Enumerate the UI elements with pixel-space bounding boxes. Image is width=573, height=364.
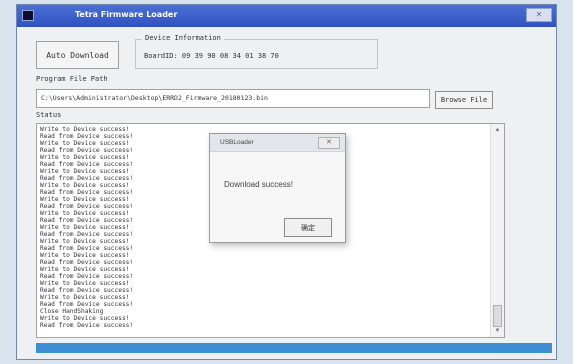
device-info-value: BoardID: 09 39 90 08 34 01 38 70 (144, 52, 279, 60)
scroll-up-arrow-icon[interactable]: ▲ (491, 124, 504, 136)
status-log-line: Write to Device success! (40, 280, 130, 287)
status-log-line: Write to Device success! (40, 252, 130, 259)
status-log-line: Write to Device success! (40, 196, 130, 203)
status-log-line: Read from Device success! (40, 301, 134, 308)
dialog-close-button[interactable]: ✕ (318, 137, 340, 149)
status-log-line: Read from Device success! (40, 245, 134, 252)
app-icon (22, 10, 34, 21)
status-log-line: Read from Device success! (40, 217, 134, 224)
dialog-title: USBLoader (220, 139, 254, 146)
browse-file-button[interactable]: Browse File (435, 91, 493, 109)
auto-download-button[interactable]: Auto Download (36, 41, 119, 69)
status-log-line: Write to Device success! (40, 140, 130, 147)
status-log-line: Read from Device success! (40, 322, 134, 329)
device-info-group: Device Information BoardID: 09 39 90 08 … (135, 34, 378, 69)
status-log-line: Write to Device success! (40, 315, 130, 322)
progress-bar-fill (36, 343, 552, 353)
status-log-line: Write to Device success! (40, 182, 130, 189)
dialog-titlebar[interactable]: USBLoader ✕ (210, 134, 345, 152)
status-log-line: Write to Device success! (40, 126, 130, 133)
status-log-line: Write to Device success! (40, 168, 130, 175)
status-log-line: Read from Device success! (40, 175, 134, 182)
status-label: Status (36, 111, 62, 119)
program-path-input[interactable]: C:\Users\Administrator\Desktop\ERRD2_Fir… (36, 89, 430, 108)
status-log-lines: Write to Device success! Read from Device… (40, 126, 133, 329)
scroll-thumb[interactable] (493, 305, 502, 327)
status-log-line: Read from Device success! (40, 273, 134, 280)
device-info-label: Device Information (142, 34, 224, 42)
status-log-line: Read from Device success! (40, 259, 134, 266)
scroll-down-arrow-icon[interactable]: ▼ (491, 325, 504, 337)
window-titlebar[interactable]: Tetra Firmware Loader ✕ (17, 5, 556, 27)
window-title: Tetra Firmware Loader (75, 10, 178, 19)
status-log-line: Read from Device success! (40, 161, 134, 168)
status-log-line: Write to Device success! (40, 266, 130, 273)
status-scrollbar[interactable]: ▲ ▼ (490, 124, 504, 337)
status-log-line: Read from Device success! (40, 287, 134, 294)
status-log-line: Read from Device success! (40, 147, 134, 154)
status-log-line: Read from Device success! (40, 133, 134, 140)
status-log-line: Write to Device success! (40, 224, 130, 231)
dialog-message: Download success! (224, 180, 293, 189)
status-log-line: Close HandShaking (40, 308, 104, 315)
window-close-button[interactable]: ✕ (526, 8, 552, 22)
status-log-line: Write to Device success! (40, 210, 130, 217)
status-log-line: Read from Device success! (40, 203, 134, 210)
program-path-label: Program File Path (36, 75, 108, 83)
status-log-line: Read from Device success! (40, 231, 134, 238)
download-success-dialog: USBLoader ✕ Download success! 确定 (209, 133, 346, 243)
status-log-line: Write to Device success! (40, 294, 130, 301)
status-log-line: Read from Device success! (40, 189, 134, 196)
status-log-line: Write to Device success! (40, 238, 130, 245)
progress-bar (36, 343, 552, 353)
status-log-line: Write to Device success! (40, 154, 130, 161)
dialog-ok-button[interactable]: 确定 (284, 218, 332, 237)
